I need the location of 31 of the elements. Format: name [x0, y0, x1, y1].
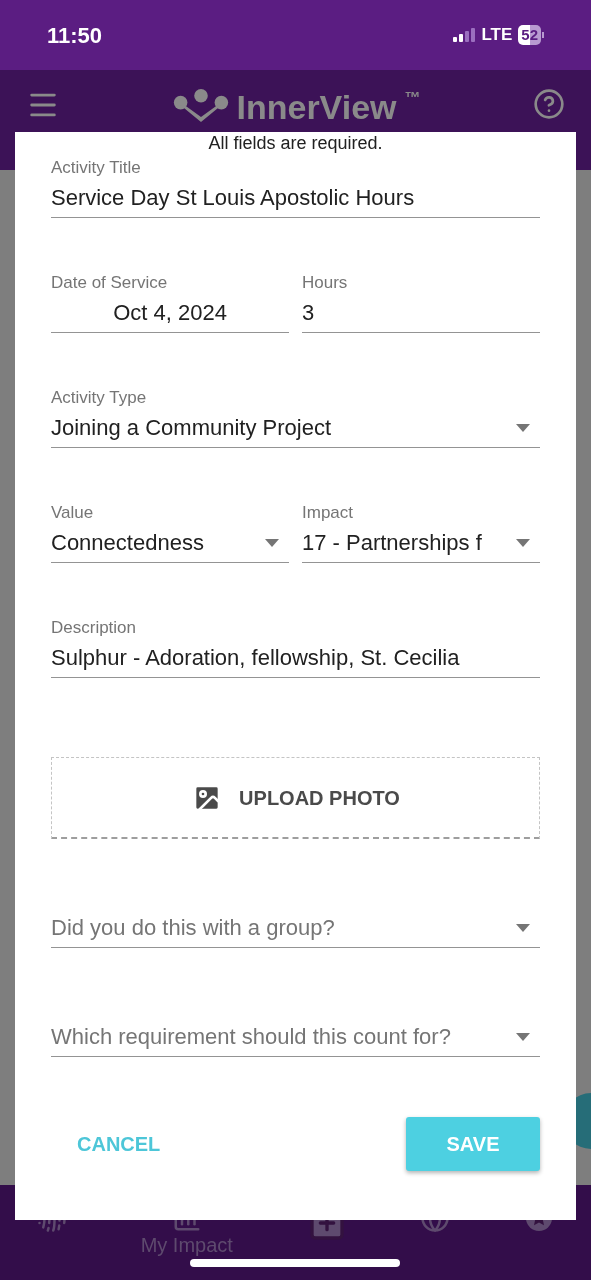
dropdown-arrow-icon — [516, 423, 530, 432]
select-field[interactable]: Did you do this with a group? — [51, 908, 540, 948]
required-note: All fields are required. — [208, 132, 383, 155]
field-label: Activity Type — [51, 388, 148, 408]
input-field[interactable]: Sulphur - Adoration, fellowship, St. Cecilia — [51, 638, 540, 678]
input-field[interactable]: Service Day St Louis Apostolic Hours — [51, 178, 540, 218]
dropdown-arrow-icon — [516, 1032, 530, 1041]
clock: 11:50 — [47, 21, 103, 50]
trademark: ™ — [404, 88, 421, 108]
field-label: Date of Service — [51, 273, 169, 293]
input-field[interactable]: 3 — [302, 293, 540, 333]
select-field[interactable]: Which requirement should this count for? — [51, 1017, 540, 1057]
dropdown-arrow-icon — [516, 923, 530, 932]
battery-icon: 52 — [518, 25, 544, 45]
field-label: Activity Title — [51, 158, 142, 178]
logo-icon — [172, 88, 229, 124]
input-field[interactable]: Oct 4, 2024 — [51, 293, 289, 333]
select-field[interactable]: Connectedness — [51, 523, 289, 563]
dropdown-arrow-icon — [265, 538, 279, 547]
network-label: LTE — [481, 24, 513, 47]
select-field[interactable]: Joining a Community Project — [51, 408, 540, 448]
signal-icon — [453, 28, 476, 42]
field-label: Impact — [302, 503, 355, 523]
field-label: Hours — [302, 273, 349, 293]
select-field[interactable]: 17 - Partnerships f — [302, 523, 540, 563]
field-label: Value — [51, 503, 95, 523]
field-label: Description — [51, 618, 138, 638]
upload-photo-button[interactable]: UPLOAD PHOTO — [51, 757, 540, 839]
app-title: InnerView — [236, 88, 397, 126]
help-icon[interactable] — [533, 88, 565, 120]
dropdown-arrow-icon — [516, 538, 530, 547]
